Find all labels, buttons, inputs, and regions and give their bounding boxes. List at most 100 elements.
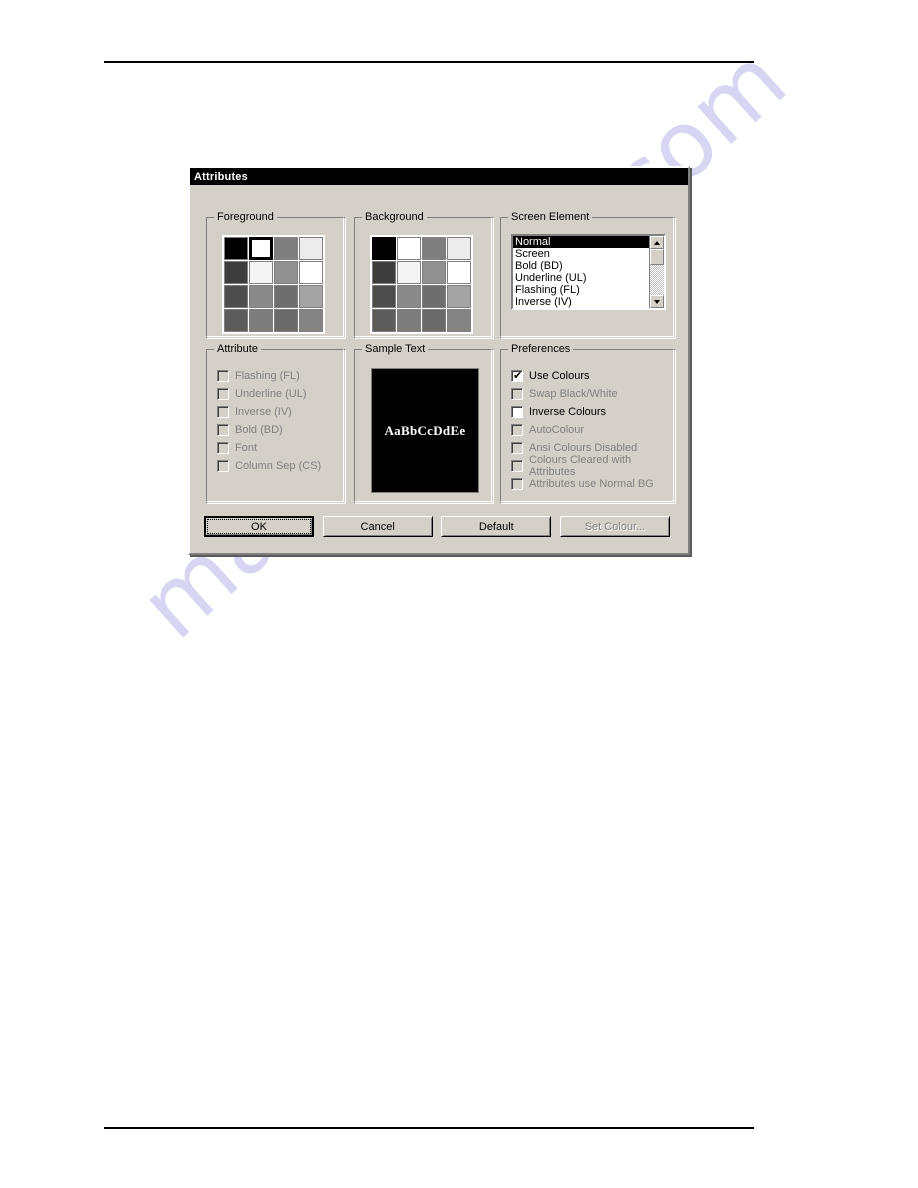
preferences-checkbox-list: ✔ Use Colours Swap Black/White Inverse Colo… xyxy=(511,367,669,493)
background-swatch[interactable] xyxy=(397,309,421,332)
foreground-swatch-chip xyxy=(300,286,322,307)
preferences-checkbox-row: AutoColour xyxy=(511,421,669,439)
preferences-checkbox-checkbox[interactable]: ✔ xyxy=(511,370,523,382)
screen-element-listbox[interactable]: Normal Screen Bold (BD) Underline (UL) Flash… xyxy=(511,234,666,310)
foreground-swatch-chip xyxy=(300,238,322,259)
background-swatch[interactable] xyxy=(372,285,396,308)
sample-text-value: AaBbCcDdEe xyxy=(384,422,466,438)
screen-element-list-item[interactable]: Screen xyxy=(513,248,649,260)
dialog-titlebar: Attributes xyxy=(190,168,688,185)
foreground-swatch-chip xyxy=(250,310,272,331)
foreground-swatch[interactable] xyxy=(274,285,298,308)
attribute-checkbox-checkbox xyxy=(217,370,229,382)
attribute-checkbox-label: Flashing (FL) xyxy=(235,370,300,382)
default-button[interactable]: Default xyxy=(441,516,552,537)
background-swatch[interactable] xyxy=(447,237,471,260)
background-swatch-chip xyxy=(448,286,470,307)
sample-text-group: Sample Text AaBbCcDdEe xyxy=(354,343,494,504)
background-swatch[interactable] xyxy=(422,285,446,308)
screen-element-scrollbar[interactable] xyxy=(649,236,664,308)
screen-element-list-item[interactable]: Underline (UL) xyxy=(513,272,649,284)
foreground-swatch[interactable] xyxy=(224,261,248,284)
preferences-checkbox-label: Use Colours xyxy=(529,370,590,382)
foreground-swatch-chip xyxy=(300,262,322,283)
foreground-swatch-chip xyxy=(275,310,297,331)
ok-button[interactable]: OK xyxy=(204,516,314,537)
background-swatch-chip xyxy=(448,262,470,283)
screen-element-list-item[interactable]: Flashing (FL) xyxy=(513,284,649,296)
screen-element-list[interactable]: Normal Screen Bold (BD) Underline (UL) Flash… xyxy=(513,236,649,308)
background-swatch[interactable] xyxy=(447,261,471,284)
background-swatch[interactable] xyxy=(447,309,471,332)
dialog-button-row: OK Cancel Default Set Colour... xyxy=(204,516,670,537)
foreground-swatch[interactable] xyxy=(299,285,323,308)
chevron-down-icon xyxy=(654,299,660,304)
preferences-checkbox-checkbox xyxy=(511,460,523,472)
foreground-swatch[interactable] xyxy=(299,261,323,284)
attribute-checkbox-label: Font xyxy=(235,442,258,454)
background-swatch[interactable] xyxy=(372,309,396,332)
preferences-checkbox-label: Attributes use Normal BG xyxy=(529,478,654,490)
preferences-checkbox-checkbox[interactable] xyxy=(511,406,523,418)
foreground-swatch-chip xyxy=(225,262,247,283)
background-swatch[interactable] xyxy=(447,285,471,308)
foreground-swatch[interactable] xyxy=(249,309,273,332)
foreground-swatch-chip xyxy=(275,238,297,259)
foreground-swatch-chip xyxy=(252,240,270,257)
foreground-swatch-chip xyxy=(225,286,247,307)
foreground-swatch-chip xyxy=(300,310,322,331)
attributes-dialog: Attributes Foreground Background Screen … xyxy=(188,166,690,555)
foreground-swatch[interactable] xyxy=(249,285,273,308)
background-swatch[interactable] xyxy=(422,237,446,260)
foreground-swatch-chip xyxy=(250,286,272,307)
foreground-swatch[interactable] xyxy=(224,237,248,260)
background-swatch[interactable] xyxy=(397,261,421,284)
background-colour-grid[interactable] xyxy=(370,235,473,334)
foreground-swatch[interactable] xyxy=(274,309,298,332)
screen-element-list-item[interactable]: Inverse (IV) xyxy=(513,296,649,308)
foreground-swatch-chip xyxy=(275,262,297,283)
preferences-checkbox-checkbox xyxy=(511,442,523,454)
attribute-checkbox-label: Bold (BD) xyxy=(235,424,283,436)
foreground-colour-grid[interactable] xyxy=(222,235,325,334)
attribute-checkbox-row: Font xyxy=(217,439,339,457)
screen-element-list-item[interactable]: Normal xyxy=(513,236,649,248)
foreground-swatch[interactable] xyxy=(299,309,323,332)
page-header-rule xyxy=(104,61,754,63)
background-swatch[interactable] xyxy=(372,261,396,284)
background-swatch-chip xyxy=(423,286,445,307)
scroll-down-button[interactable] xyxy=(650,295,664,308)
preferences-checkbox-label: Swap Black/White xyxy=(529,388,618,400)
foreground-group-label: Foreground xyxy=(214,211,277,223)
foreground-swatch[interactable] xyxy=(274,237,298,260)
preferences-group: Preferences ✔ Use Colours Swap Black/White… xyxy=(500,343,676,504)
foreground-swatch[interactable] xyxy=(224,309,248,332)
foreground-swatch[interactable] xyxy=(249,237,273,260)
scroll-up-button[interactable] xyxy=(650,236,664,249)
cancel-button[interactable]: Cancel xyxy=(322,516,433,537)
preferences-checkbox-label: Ansi Colours Disabled xyxy=(529,442,638,454)
button-label: OK xyxy=(251,520,267,533)
attribute-checkbox-label: Column Sep (CS) xyxy=(235,460,322,472)
preferences-checkbox-row[interactable]: Inverse Colours xyxy=(511,403,669,421)
foreground-swatch[interactable] xyxy=(224,285,248,308)
attribute-checkbox-checkbox xyxy=(217,460,229,472)
background-swatch[interactable] xyxy=(397,237,421,260)
foreground-group: Foreground xyxy=(206,211,346,339)
screen-element-list-item[interactable]: Bold (BD) xyxy=(513,260,649,272)
background-swatch[interactable] xyxy=(422,309,446,332)
background-swatch[interactable] xyxy=(372,237,396,260)
button-label: Set Colour... xyxy=(584,520,646,533)
attribute-checkbox-row: Inverse (IV) xyxy=(217,403,339,421)
foreground-swatch[interactable] xyxy=(274,261,298,284)
scrollbar-track[interactable] xyxy=(650,249,664,295)
scrollbar-thumb[interactable] xyxy=(650,249,664,265)
foreground-swatch[interactable] xyxy=(249,261,273,284)
background-swatch[interactable] xyxy=(397,285,421,308)
preferences-checkbox-row[interactable]: ✔ Use Colours xyxy=(511,367,669,385)
attribute-checkbox-row: Column Sep (CS) xyxy=(217,457,339,475)
preferences-checkbox-checkbox xyxy=(511,388,523,400)
background-swatch[interactable] xyxy=(422,261,446,284)
attribute-checkbox-checkbox xyxy=(217,406,229,418)
foreground-swatch[interactable] xyxy=(299,237,323,260)
